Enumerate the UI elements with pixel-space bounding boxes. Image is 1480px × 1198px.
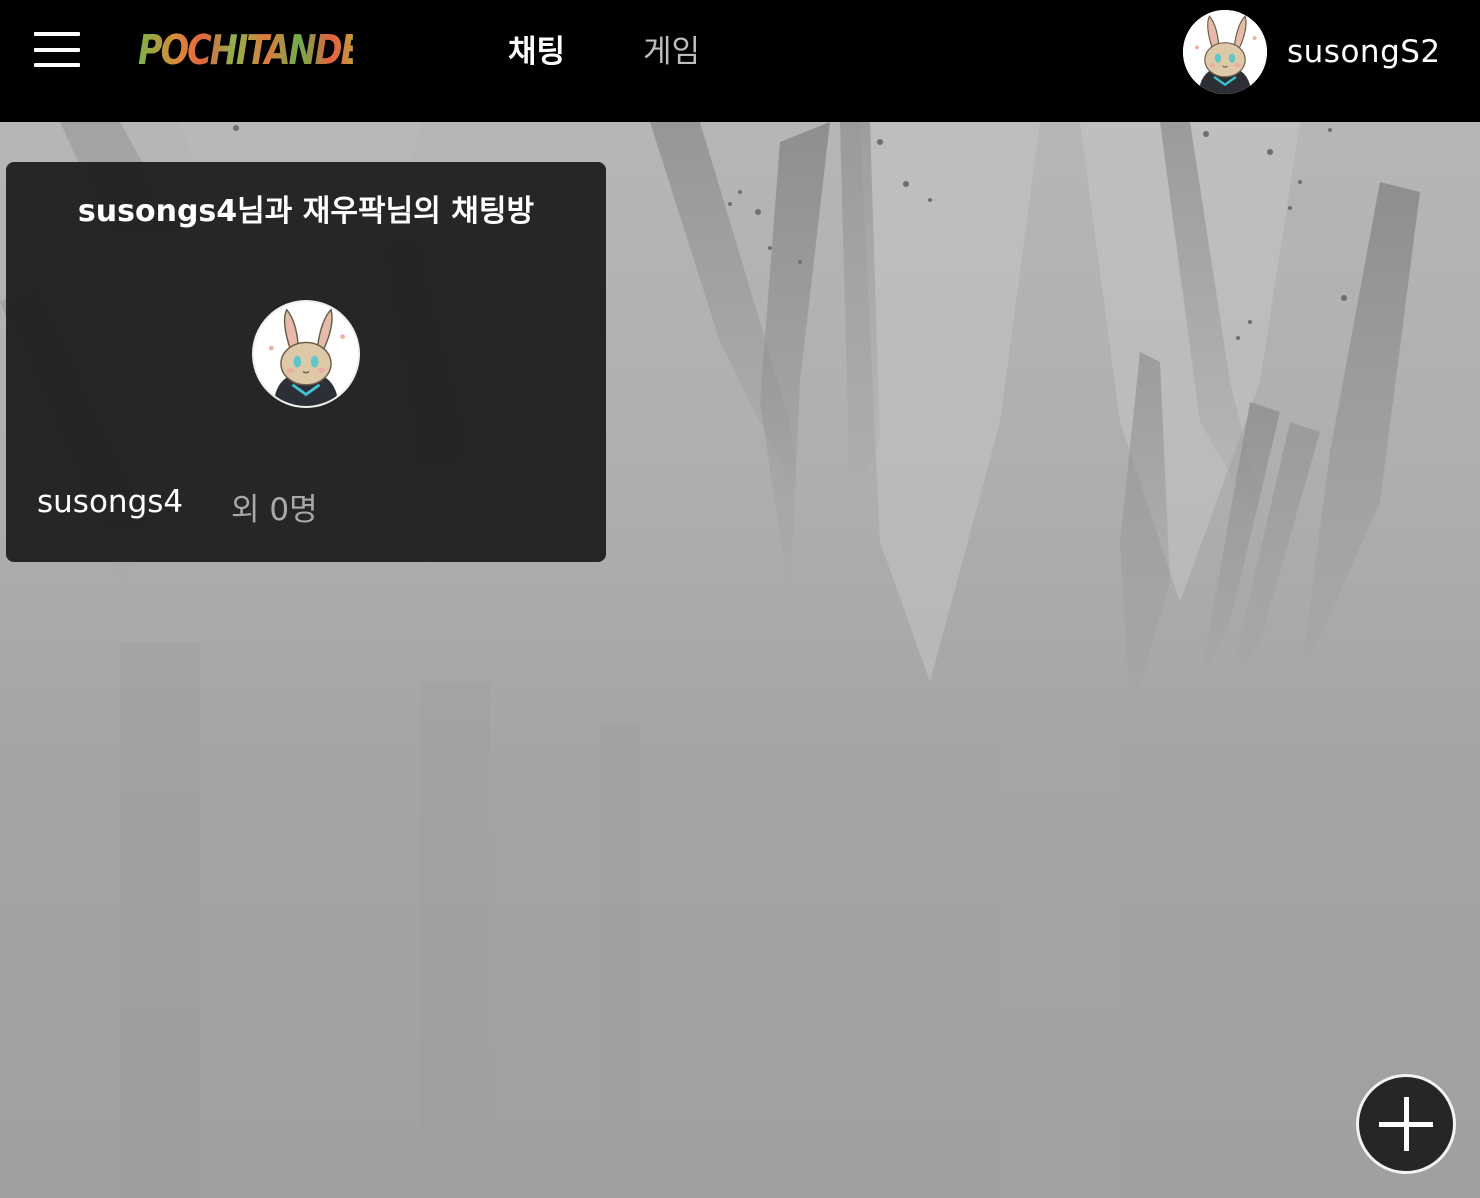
create-room-button[interactable]: [1356, 1074, 1456, 1174]
chat-room-card[interactable]: susongs4님과 재우팍님의 채팅방 susongs4 외 0명: [6, 162, 606, 562]
top-navigation-bar: POCHITANDENCE 채팅 게임 susongS2: [0, 0, 1480, 122]
pochitandence-logo[interactable]: POCHITANDENCE: [138, 22, 433, 78]
user-avatar[interactable]: [1183, 10, 1267, 94]
chat-room-avatar: [252, 300, 360, 408]
hamburger-menu-icon[interactable]: [34, 32, 82, 68]
tab-chat[interactable]: 채팅: [508, 28, 565, 76]
logo-text: POCHITANDENCE: [138, 22, 433, 78]
chat-room-member-count: 외 0명: [231, 492, 318, 528]
plus-icon: [1379, 1097, 1433, 1151]
chat-room-owner: susongs4: [37, 484, 184, 520]
tab-game[interactable]: 게임: [643, 28, 700, 76]
rabbit-character-icon: [1183, 10, 1267, 94]
chat-room-title: susongs4님과 재우팍님의 채팅방: [77, 194, 535, 229]
username-label[interactable]: susongS2: [1287, 28, 1441, 76]
rabbit-character-icon: [254, 302, 358, 406]
